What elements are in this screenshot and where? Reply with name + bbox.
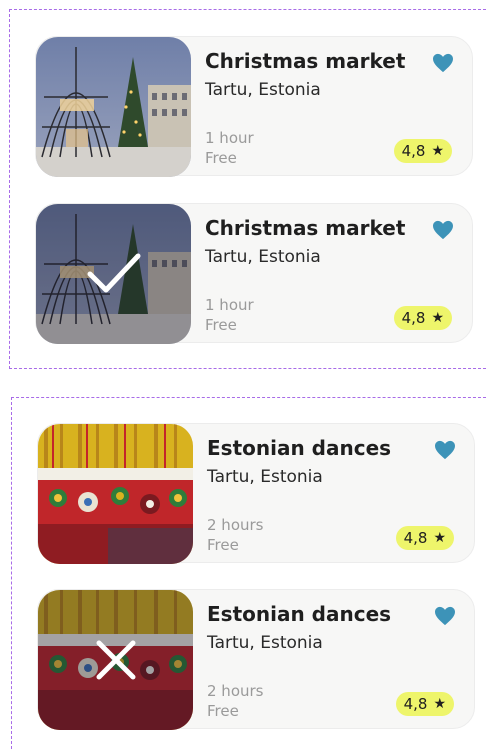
event-duration: 2 hours [207,516,264,534]
event-location: Tartu, Estonia [207,633,323,653]
selection-overlay [36,204,191,344]
event-card[interactable]: Estonian dances Tartu, Estonia 2 hours F… [37,423,475,564]
favorite-heart-icon[interactable] [432,53,454,73]
rating-badge: 4,8 ★ [393,139,452,163]
event-location: Tartu, Estonia [205,80,321,100]
event-price: Free [207,536,239,554]
rating-badge: 4,8 ★ [393,306,452,330]
event-price: Free [205,149,237,167]
rating-badge: 4,8 ★ [395,526,454,550]
event-image [38,590,193,730]
star-icon: ★ [431,143,444,159]
event-location: Tartu, Estonia [207,467,323,487]
event-image [36,37,191,177]
event-location: Tartu, Estonia [205,247,321,267]
checkmark-icon [87,253,140,293]
event-image [38,424,193,564]
event-title: Estonian dances [207,436,392,460]
rating-value: 4,8 [401,309,426,327]
favorite-heart-icon[interactable] [434,606,456,626]
event-card-rejected[interactable]: Estonian dances Tartu, Estonia 2 hours F… [37,589,475,730]
event-title: Christmas market [205,216,406,240]
event-duration: 1 hour [205,129,254,147]
event-card[interactable]: Christmas market Tartu, Estonia 1 hour F… [35,36,473,177]
event-card-selected[interactable]: Christmas market Tartu, Estonia 1 hour F… [35,203,473,344]
event-title: Christmas market [205,49,406,73]
close-icon [96,640,135,680]
star-icon: ★ [433,696,446,712]
star-icon: ★ [431,310,444,326]
event-image [36,204,191,344]
favorite-heart-icon[interactable] [434,440,456,460]
rating-value: 4,8 [401,142,426,160]
rating-value: 4,8 [403,695,428,713]
event-title: Estonian dances [207,602,392,626]
event-duration: 2 hours [207,682,264,700]
event-price: Free [205,316,237,334]
star-icon: ★ [433,530,446,546]
favorite-heart-icon[interactable] [432,220,454,240]
rating-badge: 4,8 ★ [395,692,454,716]
rating-value: 4,8 [403,529,428,547]
event-duration: 1 hour [205,296,254,314]
event-price: Free [207,702,239,720]
rejection-overlay [38,590,193,730]
